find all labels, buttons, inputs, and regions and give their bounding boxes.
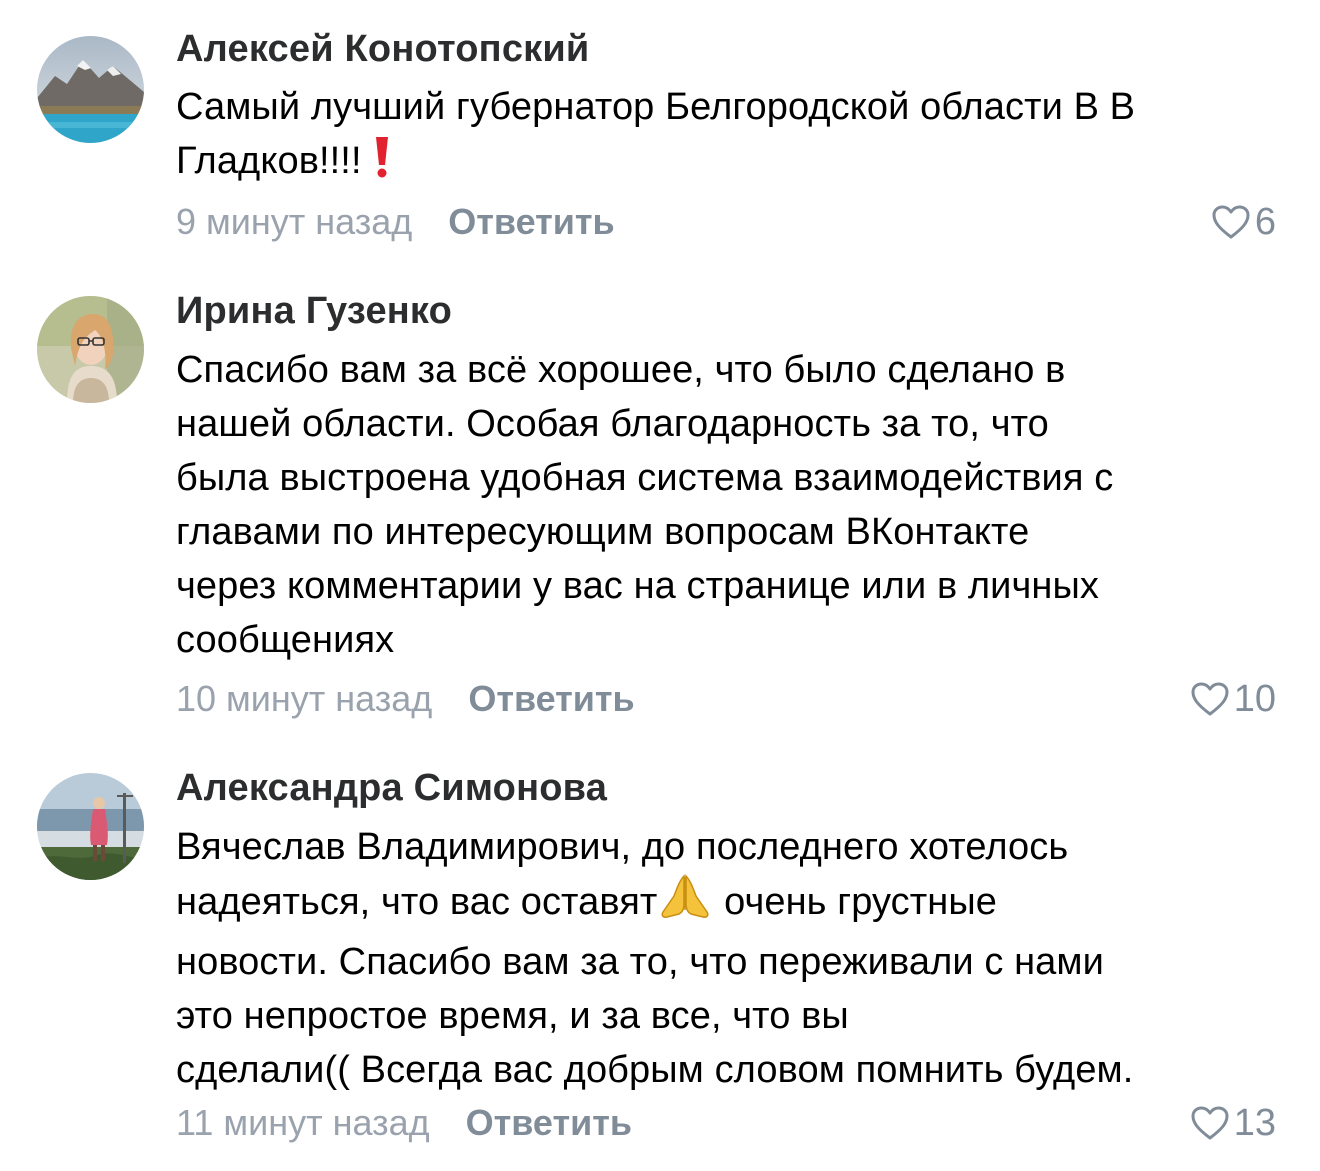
comment-text-line: надеяться, что вас оставят очень грустны…: [176, 874, 1286, 935]
comment-text-fragment: надеяться, что вас оставят: [176, 881, 658, 923]
avatar[interactable]: [37, 296, 144, 403]
heart-outline-icon: [1191, 1106, 1229, 1140]
comment-meta: 11 минут назад Ответить: [176, 1101, 632, 1145]
like-count: 10: [1233, 678, 1276, 720]
like-count: 13: [1233, 1102, 1276, 1144]
like-button[interactable]: 13: [1190, 1101, 1276, 1145]
like-button[interactable]: 6: [1211, 200, 1276, 244]
reply-button[interactable]: Ответить: [448, 201, 614, 242]
reply-button[interactable]: Ответить: [466, 1102, 632, 1143]
comment-time: 10 минут назад: [176, 678, 433, 719]
avatar[interactable]: [37, 773, 144, 880]
comment-text-line: Гладков!!!!: [176, 134, 1286, 194]
avatar-image: [37, 36, 144, 143]
comment-text-line: Самый лучший губернатор Белгородской обл…: [176, 86, 1136, 128]
red-exclamation-icon: [372, 135, 392, 194]
comment-text-fragment: очень грустные: [713, 881, 998, 923]
comment-text: Вячеслав Владимирович, до последнего хот…: [176, 820, 1286, 1097]
comment-text-line: была выстроена удобная система взаимодей…: [176, 457, 1114, 499]
comment-text-line: Вячеслав Владимирович, до последнего хот…: [176, 826, 1069, 868]
comment-text-line: сделали(( Всегда вас добрым словом помни…: [176, 1049, 1134, 1091]
comment-author[interactable]: Алексей Конотопский: [176, 28, 590, 71]
comment-text-fragment: Гладков!!!!: [176, 140, 373, 182]
comment-text: Спасибо вам за всё хорошее, что было сде…: [176, 343, 1286, 667]
comment-meta: 9 минут назад Ответить: [176, 200, 615, 244]
comment-author[interactable]: Ирина Гузенко: [176, 290, 452, 333]
comment-text-line: новости. Спасибо вам за то, что пережива…: [176, 941, 1104, 983]
heart-outline-icon: [1212, 205, 1250, 239]
comment-meta: 10 минут назад Ответить: [176, 677, 635, 721]
like-button[interactable]: 10: [1190, 677, 1276, 721]
comment-text-line: через комментарии у вас на странице или …: [176, 565, 1099, 607]
comment-text-line: нашей области. Особая благодарность за т…: [176, 403, 1049, 445]
reply-button[interactable]: Ответить: [468, 678, 634, 719]
avatar[interactable]: [37, 36, 144, 143]
comment-text-line: Спасибо вам за всё хорошее, что было сде…: [176, 349, 1066, 391]
avatar-image: [37, 773, 144, 880]
folded-hands-icon: [657, 874, 713, 935]
comment-text-line: главами по интересующим вопросам ВКонтак…: [176, 511, 1030, 553]
comment-text-line: это непростое время, и за все, что вы: [176, 995, 849, 1037]
like-count: 6: [1254, 201, 1276, 243]
comment-text: Самый лучший губернатор Белгородской обл…: [176, 80, 1286, 194]
comment-text-line: сообщениях: [176, 619, 395, 661]
heart-outline-icon: [1191, 682, 1229, 716]
comment-author[interactable]: Александра Симонова: [176, 767, 607, 810]
avatar-image: [37, 296, 144, 403]
comment-time: 11 минут назад: [176, 1102, 430, 1143]
comment-time: 9 минут назад: [176, 201, 413, 242]
